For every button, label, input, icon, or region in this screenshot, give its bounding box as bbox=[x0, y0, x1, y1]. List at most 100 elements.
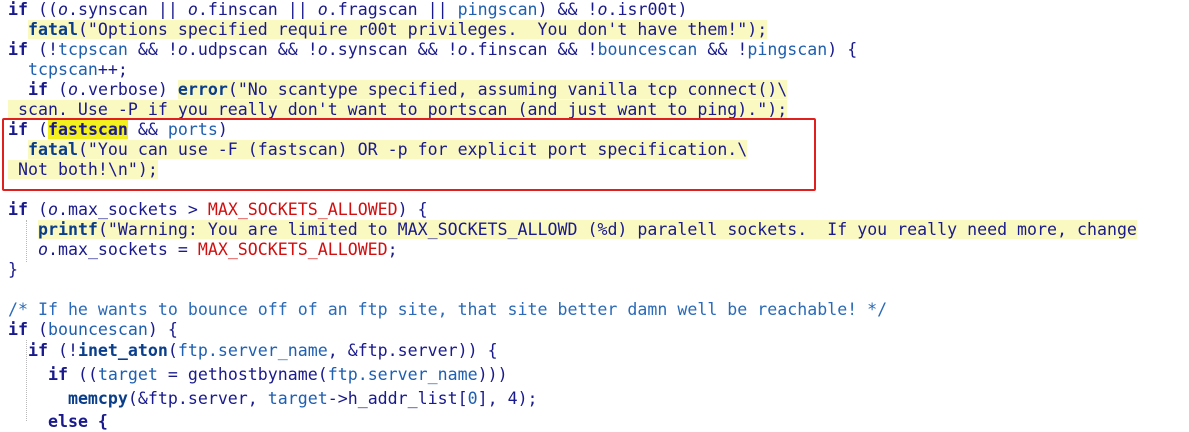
code-line[interactable]: if (fastscan && ports) bbox=[8, 120, 228, 140]
code-token: (! bbox=[37, 40, 58, 59]
code-token: o bbox=[317, 40, 328, 59]
code-token: ( bbox=[57, 80, 68, 99]
code-token: error bbox=[177, 80, 228, 99]
code-token: o bbox=[457, 40, 468, 59]
code-token: MAX_SOCKETS_ALLOWED bbox=[207, 200, 398, 219]
code-line[interactable]: scan. Use -P if you really don't want to… bbox=[8, 100, 788, 120]
code-token: .verbose) bbox=[77, 80, 178, 99]
code-token: ("Options specified require r00t privile… bbox=[77, 20, 768, 39]
code-token: tcpscan bbox=[27, 60, 98, 79]
code-token: ], 4); bbox=[477, 389, 538, 408]
code-token: } bbox=[8, 260, 18, 279]
code-line[interactable]: if (!inet_aton(ftp.server_name, &ftp.ser… bbox=[8, 341, 498, 361]
code-line[interactable]: if ((target = gethostbyname(ftp.server_n… bbox=[8, 365, 508, 385]
code-token: ( bbox=[37, 120, 48, 139]
code-token: o bbox=[597, 0, 608, 19]
code-line[interactable]: if ((o.synscan || o.finscan || o.fragsca… bbox=[8, 0, 687, 20]
code-token: && ! bbox=[127, 40, 178, 59]
code-token: ))) bbox=[477, 365, 508, 384]
code-token: o bbox=[67, 80, 78, 99]
code-token: ports bbox=[167, 120, 218, 139]
code-token: if bbox=[47, 365, 78, 384]
code-token: o bbox=[177, 40, 188, 59]
code-token: .finscan || bbox=[197, 0, 318, 19]
code-token: .fragscan || bbox=[327, 0, 458, 19]
code-token: ( bbox=[167, 341, 178, 360]
code-token: if bbox=[8, 320, 38, 339]
code-token: if bbox=[8, 200, 38, 219]
code-token: ( bbox=[37, 200, 48, 219]
code-token: o bbox=[47, 200, 58, 219]
code-token: .isr00t) bbox=[607, 0, 688, 19]
code-token: && bbox=[127, 120, 168, 139]
code-token: .finscan && ! bbox=[467, 40, 598, 59]
code-token: ) { bbox=[397, 200, 428, 219]
code-token: .synscan && ! bbox=[327, 40, 458, 59]
code-token: , &ftp.server)) { bbox=[327, 341, 498, 360]
code-line[interactable]: fatal("Options specified require r00t pr… bbox=[8, 20, 768, 40]
code-line[interactable]: memcpy(&ftp.server, target->h_addr_list[… bbox=[8, 389, 538, 409]
code-token: ->h_addr_list[ bbox=[327, 389, 468, 408]
code-line[interactable]: o.max_sockets = MAX_SOCKETS_ALLOWED; bbox=[8, 240, 398, 260]
code-token: if bbox=[27, 341, 58, 360]
code-token: ("No scantype specified, assuming vanill… bbox=[227, 80, 788, 99]
code-token: if bbox=[8, 0, 38, 19]
code-token: && ! bbox=[697, 40, 748, 59]
code-token: ++; bbox=[97, 60, 128, 79]
code-token: ) bbox=[217, 120, 228, 139]
indent-guide bbox=[26, 220, 28, 262]
code-token: .udpscan && ! bbox=[187, 40, 318, 59]
code-token: /* If he wants to bounce off of an ftp s… bbox=[8, 300, 888, 319]
code-token: target bbox=[97, 365, 158, 384]
code-token: ftp.server_name bbox=[327, 365, 478, 384]
code-token: .synscan || bbox=[67, 0, 188, 19]
code-token: ) { bbox=[147, 320, 178, 339]
code-token: (( bbox=[37, 0, 58, 19]
code-line[interactable]: tcpscan++; bbox=[8, 60, 128, 80]
code-token: o bbox=[187, 0, 198, 19]
code-token: ) && ! bbox=[537, 0, 598, 19]
code-line[interactable]: else { bbox=[8, 412, 108, 432]
code-line[interactable]: fatal("You can use -F (fastscan) OR -p f… bbox=[8, 140, 748, 160]
code-editor[interactable]: if ((o.synscan || o.finscan || o.fragsca… bbox=[0, 0, 1189, 431]
code-token: ; bbox=[387, 240, 398, 259]
code-token: 0 bbox=[467, 389, 478, 408]
code-token: else { bbox=[47, 412, 108, 431]
code-token: ) { bbox=[827, 40, 858, 59]
code-line[interactable]: /* If he wants to bounce off of an ftp s… bbox=[8, 300, 887, 320]
code-token: if bbox=[27, 80, 58, 99]
code-line[interactable]: Not both!\n"); bbox=[8, 160, 158, 180]
code-token: ("You can use -F (fastscan) OR -p for ex… bbox=[77, 140, 748, 159]
code-token: pingscan bbox=[747, 40, 828, 59]
code-line[interactable]: printf("Warning: You are limited to MAX_… bbox=[8, 220, 1137, 240]
code-token: ( bbox=[37, 320, 48, 339]
code-token: (&ftp.server, bbox=[127, 389, 268, 408]
code-line[interactable]: if (bouncescan) { bbox=[8, 320, 178, 340]
code-line[interactable]: if (!tcpscan && !o.udpscan && !o.synscan… bbox=[8, 40, 857, 60]
code-token: bouncescan bbox=[47, 320, 148, 339]
code-token: o bbox=[317, 0, 328, 19]
code-token: o bbox=[57, 0, 68, 19]
code-token: printf bbox=[37, 220, 98, 239]
code-token: memcpy bbox=[67, 389, 128, 408]
code-line[interactable]: if (o.max_sockets > MAX_SOCKETS_ALLOWED)… bbox=[8, 200, 428, 220]
code-line[interactable]: if (o.verbose) error("No scantype specif… bbox=[8, 80, 788, 100]
code-token: inet_aton bbox=[77, 341, 168, 360]
code-token: Not both!\n"); bbox=[8, 160, 158, 179]
code-token: = gethostbyname( bbox=[157, 365, 328, 384]
code-token: if bbox=[8, 40, 38, 59]
code-token: o bbox=[37, 240, 48, 259]
code-token: tcpscan bbox=[57, 40, 128, 59]
indent-guide bbox=[26, 340, 28, 421]
code-token: .max_sockets > bbox=[57, 200, 208, 219]
code-token: ("Warning: You are limited to MAX_SOCKET… bbox=[97, 220, 1137, 239]
code-token: ftp.server_name bbox=[177, 341, 328, 360]
code-line[interactable]: } bbox=[8, 260, 18, 280]
